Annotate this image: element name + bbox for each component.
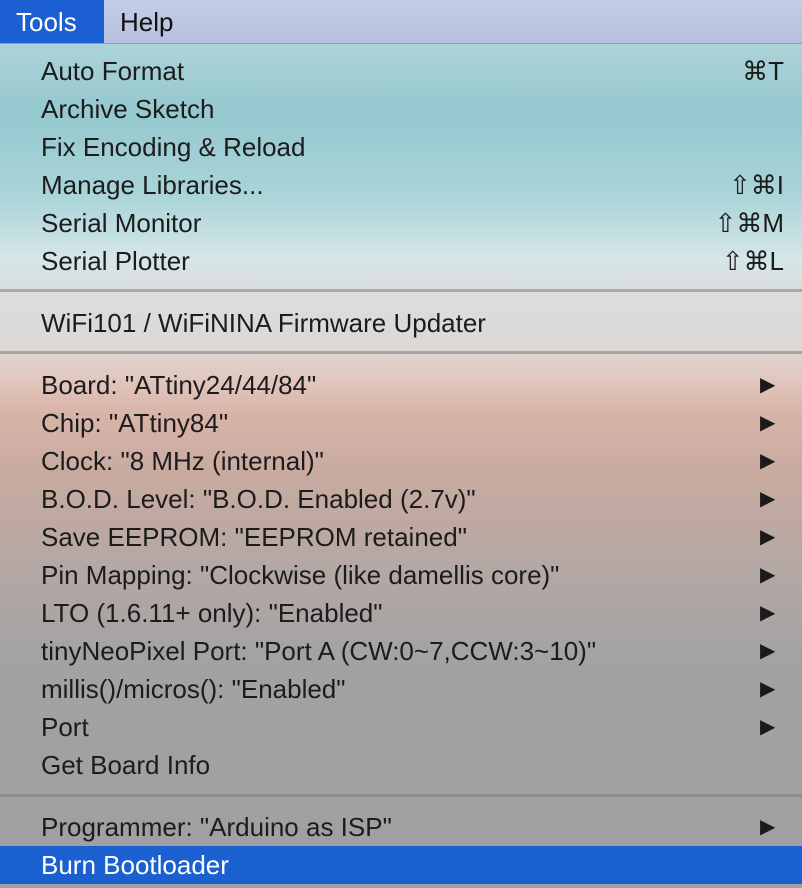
menu-item-label: tinyNeoPixel Port: "Port A (CW:0~7,CCW:3… [41, 636, 597, 666]
shortcut-label: ⌘T [742, 56, 784, 86]
menu-item-get-board-info[interactable]: Get Board Info [0, 746, 802, 784]
menu-item-pin-mapping[interactable]: Pin Mapping: "Clockwise (like damellis c… [0, 556, 802, 594]
submenu-arrow-icon: ▶ [760, 450, 776, 472]
menu-item-chip[interactable]: Chip: "ATtiny84" ▶ [0, 404, 802, 442]
menu-item-label: Programmer: "Arduino as ISP" [41, 812, 392, 842]
menu-bar: Tools Help [0, 0, 802, 44]
menu-item-label: WiFi101 / WiFiNINA Firmware Updater [41, 308, 486, 338]
menu-item-board[interactable]: Board: "ATtiny24/44/84" ▶ [0, 366, 802, 404]
menu-item-archive-sketch[interactable]: Archive Sketch [0, 90, 802, 128]
menu-item-label: Manage Libraries... [41, 170, 264, 200]
menu-item-label: Port [41, 712, 89, 742]
menu-item-label: Save EEPROM: "EEPROM retained" [41, 522, 467, 552]
menu-item-label: Serial Monitor [41, 208, 202, 238]
shortcut-label: ⇧⌘I [728, 170, 784, 200]
menu-item-label: Clock: "8 MHz (internal)" [41, 446, 324, 476]
submenu-arrow-icon: ▶ [760, 678, 776, 700]
menu-item-label: millis()/micros(): "Enabled" [41, 674, 346, 704]
menu-item-label: Board: "ATtiny24/44/84" [41, 370, 317, 400]
menu-separator [0, 351, 802, 354]
submenu-arrow-icon: ▶ [760, 412, 776, 434]
menu-item-manage-libraries[interactable]: Manage Libraries... ⇧⌘I [0, 166, 802, 204]
menu-item-save-eeprom[interactable]: Save EEPROM: "EEPROM retained" ▶ [0, 518, 802, 556]
submenu-arrow-icon: ▶ [760, 640, 776, 662]
menu-item-label: Burn Bootloader [41, 850, 229, 880]
menu-item-auto-format[interactable]: Auto Format ⌘T [0, 52, 802, 90]
menu-item-serial-plotter[interactable]: Serial Plotter ⇧⌘L [0, 242, 802, 280]
menu-item-clock[interactable]: Clock: "8 MHz (internal)" ▶ [0, 442, 802, 480]
menu-item-firmware-updater[interactable]: WiFi101 / WiFiNINA Firmware Updater [0, 304, 802, 342]
menu-separator [0, 794, 802, 797]
menu-item-label: Chip: "ATtiny84" [41, 408, 229, 438]
tools-dropdown-menu: Auto Format ⌘T Archive Sketch Fix Encodi… [0, 44, 802, 888]
menu-item-lto[interactable]: LTO (1.6.11+ only): "Enabled" ▶ [0, 594, 802, 632]
menu-item-label: LTO (1.6.11+ only): "Enabled" [41, 598, 383, 628]
menu-item-label: B.O.D. Level: "B.O.D. Enabled (2.7v)" [41, 484, 476, 514]
menu-item-millis-micros[interactable]: millis()/micros(): "Enabled" ▶ [0, 670, 802, 708]
submenu-arrow-icon: ▶ [760, 526, 776, 548]
submenu-arrow-icon: ▶ [760, 374, 776, 396]
menu-item-burn-bootloader[interactable]: Burn Bootloader [0, 846, 802, 884]
menubar-tools[interactable]: Tools [0, 0, 104, 43]
menu-item-port[interactable]: Port ▶ [0, 708, 802, 746]
menu-item-label: Auto Format [41, 56, 185, 86]
menubar-help[interactable]: Help [104, 0, 189, 43]
menu-item-programmer[interactable]: Programmer: "Arduino as ISP" ▶ [0, 808, 802, 846]
shortcut-label: ⇧⌘L [721, 246, 784, 276]
menu-item-tinyneopixel-port[interactable]: tinyNeoPixel Port: "Port A (CW:0~7,CCW:3… [0, 632, 802, 670]
menu-item-fix-encoding[interactable]: Fix Encoding & Reload [0, 128, 802, 166]
submenu-arrow-icon: ▶ [760, 564, 776, 586]
submenu-arrow-icon: ▶ [760, 602, 776, 624]
menu-item-serial-monitor[interactable]: Serial Monitor ⇧⌘M [0, 204, 802, 242]
menu-item-label: Fix Encoding & Reload [41, 132, 306, 162]
menu-separator [0, 289, 802, 292]
submenu-arrow-icon: ▶ [760, 816, 776, 838]
menu-item-label: Get Board Info [41, 750, 211, 780]
submenu-arrow-icon: ▶ [760, 716, 776, 738]
menu-item-label: Archive Sketch [41, 94, 215, 124]
menu-item-bod-level[interactable]: B.O.D. Level: "B.O.D. Enabled (2.7v)" ▶ [0, 480, 802, 518]
shortcut-label: ⇧⌘M [714, 208, 784, 238]
submenu-arrow-icon: ▶ [760, 488, 776, 510]
menu-item-label: Pin Mapping: "Clockwise (like damellis c… [41, 560, 560, 590]
menu-item-label: Serial Plotter [41, 246, 190, 276]
